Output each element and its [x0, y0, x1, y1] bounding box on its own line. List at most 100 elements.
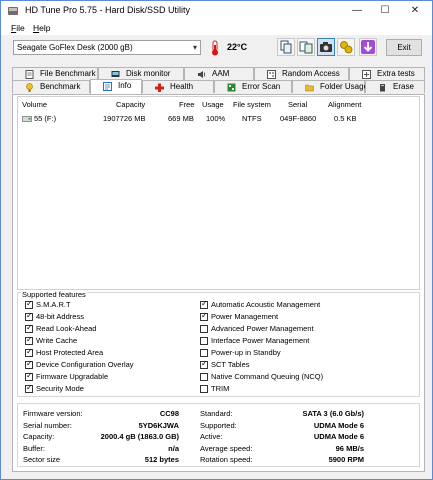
checkbox-box[interactable]: [200, 337, 208, 345]
tab-label: Error Scan: [242, 82, 281, 91]
info-label: Sector size: [23, 455, 61, 464]
feature-label: Write Cache: [36, 336, 78, 345]
tab-label: AAM: [212, 69, 230, 78]
tab-label: Benchmark: [40, 82, 81, 91]
checkmark-icon: ✓: [26, 383, 33, 392]
close-button[interactable]: ✕: [400, 1, 430, 21]
tools-icon: [340, 41, 353, 54]
drive-select-value: Seagate GoFlex Desk (2000 gB): [17, 43, 133, 52]
exit-button[interactable]: Exit: [386, 39, 422, 56]
tab-random-access[interactable]: Random Access: [254, 67, 349, 80]
checkbox-box[interactable]: ✓: [25, 371, 33, 381]
health-icon: [155, 83, 164, 92]
minimize-button[interactable]: —: [342, 1, 372, 21]
volume-free: 669 MB: [168, 114, 194, 123]
download-arrow-icon: [361, 40, 375, 54]
tab-error-scan[interactable]: Error Scan: [214, 80, 292, 93]
menu-file[interactable]: File: [11, 23, 25, 33]
checkbox-box[interactable]: [200, 349, 208, 357]
drive-select[interactable]: Seagate GoFlex Desk (2000 gB) ▾: [13, 40, 201, 55]
checkmark-icon: ✓: [26, 347, 33, 356]
feature-label: Power Management: [211, 312, 279, 321]
copy-info-button[interactable]: [277, 38, 295, 56]
info-label: Rotation speed:: [200, 455, 253, 464]
folder-usage-icon: [305, 84, 314, 92]
screenshot-button[interactable]: [317, 38, 335, 56]
table-row[interactable]: 55 (F:) 1907726 MB 669 MB 100% NTFS 049F…: [18, 97, 419, 127]
tab-label: Random Access: [282, 69, 340, 78]
temperature-readout: 22°C: [227, 42, 248, 52]
checkbox-box[interactable]: [200, 325, 208, 333]
tab-erase[interactable]: Erase: [365, 80, 425, 93]
menu-help[interactable]: Help: [33, 23, 50, 33]
copy-all-icon: [299, 41, 313, 54]
feature-label: TRIM: [211, 384, 230, 393]
tab-info[interactable]: Info: [90, 79, 142, 94]
checkbox-box[interactable]: ✓: [25, 383, 33, 393]
disk-monitor-icon: [111, 71, 120, 77]
camera-icon: [320, 42, 332, 52]
info-label: Active:: [200, 432, 223, 441]
info-value: 2000.4 gB (1863.0 GB): [100, 432, 179, 441]
checkmark-icon: ✓: [201, 359, 208, 368]
info-icon: [103, 82, 112, 91]
file-benchmark-icon: [25, 70, 34, 79]
tab-file-benchmark[interactable]: File Benchmark: [12, 67, 98, 80]
checkbox-box[interactable]: ✓: [25, 311, 33, 321]
random-access-icon: [267, 70, 276, 79]
feature-label: Power-up in Standby: [211, 348, 281, 357]
info-label: Average speed:: [200, 443, 253, 453]
volume-alignment: 0.5 KB: [334, 114, 357, 123]
volume-name: 55 (F:): [34, 114, 57, 123]
volume-file-system: NTFS: [242, 114, 262, 123]
feature-label: Firmware Upgradable: [36, 372, 109, 381]
feature-label: Read Look-Ahead: [36, 324, 97, 333]
tab-extra-tests[interactable]: Extra tests: [349, 67, 425, 80]
title-bar[interactable]: HD Tune Pro 5.75 - Hard Disk/SSD Utility…: [1, 1, 432, 21]
info-label: Firmware version:: [23, 409, 83, 418]
info-value: UDMA Mode 6: [313, 420, 364, 430]
extra-tests-icon: [362, 70, 371, 79]
info-value: n/a: [168, 443, 179, 453]
save-info-button[interactable]: [297, 38, 315, 56]
feature-label: Device Configuration Overlay: [36, 360, 134, 369]
checkmark-icon: ✓: [201, 299, 208, 308]
checkbox-box[interactable]: ✓: [200, 359, 208, 369]
checkbox-box[interactable]: ✓: [200, 311, 208, 321]
maximize-button[interactable]: ☐: [370, 1, 400, 21]
feature-label: 48-bit Address: [36, 312, 84, 321]
tab-label: Health: [170, 82, 194, 91]
tab-folder-usage[interactable]: Folder Usage: [292, 80, 369, 93]
info-value: 5900 RPM: [328, 455, 364, 464]
erase-icon: [380, 84, 385, 92]
options-button[interactable]: [337, 38, 355, 56]
volume-table[interactable]: Volume Capacity Free Usage File system S…: [17, 96, 420, 290]
checkbox-box[interactable]: ✓: [200, 299, 208, 309]
app-window: HD Tune Pro 5.75 - Hard Disk/SSD Utility…: [0, 0, 433, 480]
volume-capacity: 1907726 MB: [103, 114, 146, 123]
checkbox-box[interactable]: ✓: [25, 335, 33, 345]
info-value: SATA 3 (6.0 Gb/s): [302, 409, 364, 418]
tab-benchmark[interactable]: Benchmark: [12, 80, 90, 93]
checkbox-box[interactable]: [200, 373, 208, 381]
checkmark-icon: ✓: [26, 323, 33, 332]
info-value: 96 MB/s: [335, 443, 364, 453]
feature-label: Security Mode: [36, 384, 84, 393]
checkbox-box[interactable]: ✓: [25, 299, 33, 309]
checkbox-box[interactable]: [200, 385, 208, 393]
copy-icon: [280, 40, 292, 54]
info-value: UDMA Mode 6: [313, 432, 364, 441]
feature-label: SCT Tables: [211, 360, 250, 369]
checkbox-box[interactable]: ✓: [25, 359, 33, 369]
window-title: HD Tune Pro 5.75 - Hard Disk/SSD Utility: [25, 5, 191, 15]
tab-health[interactable]: Health: [142, 80, 214, 93]
volume-serial: 049F-8860: [280, 114, 317, 123]
checkbox-box[interactable]: ✓: [25, 347, 33, 357]
download-button[interactable]: [359, 38, 377, 56]
info-value: CC98: [159, 409, 179, 418]
tab-label: Folder Usage: [320, 82, 369, 91]
feature-label: Automatic Acoustic Management: [211, 300, 321, 309]
checkbox-box[interactable]: ✓: [25, 323, 33, 333]
checkmark-icon: ✓: [26, 311, 33, 320]
tab-aam[interactable]: AAM: [184, 67, 254, 80]
